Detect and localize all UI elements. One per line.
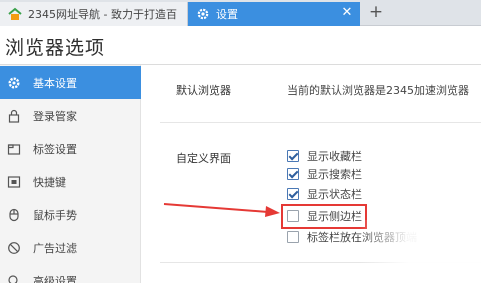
- sidebar-item-tab-settings[interactable]: 标签设置: [0, 132, 141, 165]
- sidebar-item-advanced-settings[interactable]: 高级设置: [0, 264, 141, 283]
- show-favorites-bar-option[interactable]: 显示收藏栏: [287, 148, 362, 164]
- gear-icon: [8, 76, 20, 89]
- tab-2345-navigation[interactable]: 2345网址导航 - 致力于打造百: [0, 2, 188, 26]
- sidebar-item-label: 标签设置: [33, 142, 77, 156]
- checkbox[interactable]: [287, 188, 299, 200]
- sidebar-item-label: 高级设置: [33, 274, 77, 283]
- sidebar-item-label: 鼠标手势: [33, 208, 77, 222]
- checkbox[interactable]: [287, 150, 299, 162]
- default-browser-status: 当前的默认浏览器是2345加速浏览器: [287, 84, 469, 97]
- tab-strip: 2345网址导航 - 致力于打造百 设置 ✕ +: [0, 0, 481, 26]
- tab-title: 2345网址导航 - 致力于打造百: [28, 8, 177, 21]
- home-icon: [8, 7, 22, 20]
- checkbox[interactable]: [287, 168, 299, 180]
- sidebar-item-label: 快捷键: [33, 175, 66, 189]
- show-status-bar-option[interactable]: 显示状态栏: [287, 186, 362, 202]
- mouse-icon: [9, 208, 19, 221]
- watermark-fade: [360, 220, 481, 283]
- option-label: 显示状态栏: [307, 188, 362, 201]
- gear-icon: [197, 8, 209, 20]
- block-icon: [8, 241, 20, 254]
- keyboard-icon: [7, 175, 21, 188]
- annotation-arrow-icon: [163, 203, 280, 217]
- lock-icon: [8, 109, 20, 123]
- new-tab-button[interactable]: +: [366, 3, 386, 23]
- sidebar-item-shortcuts[interactable]: 快捷键: [0, 165, 141, 198]
- sidebar-item-label: 基本设置: [33, 76, 77, 90]
- tab-settings[interactable]: 设置 ✕: [188, 2, 360, 26]
- sidebar-item-label: 广告过滤: [33, 241, 77, 255]
- page-title: 浏览器选项: [5, 37, 106, 59]
- sidebar-item-login-manager[interactable]: 登录管家: [0, 99, 141, 132]
- sidebar-item-mouse-gestures[interactable]: 鼠标手势: [0, 198, 141, 231]
- checkbox[interactable]: [287, 231, 299, 243]
- default-browser-label: 默认浏览器: [176, 84, 231, 97]
- sidebar-item-basic-settings[interactable]: 基本设置: [0, 66, 141, 99]
- close-icon[interactable]: ✕: [340, 6, 354, 20]
- tab-title: 设置: [216, 8, 238, 21]
- sidebar-item-label: 登录管家: [33, 109, 77, 123]
- option-label: 显示搜索栏: [307, 168, 362, 181]
- show-search-bar-option[interactable]: 显示搜索栏: [287, 166, 362, 182]
- search-icon: [8, 274, 18, 283]
- option-label: 显示收藏栏: [307, 150, 362, 163]
- annotation-highlight-box: [281, 204, 367, 229]
- divider: [160, 122, 481, 123]
- tab-icon: [7, 143, 21, 155]
- custom-ui-label: 自定义界面: [176, 152, 231, 165]
- sidebar-item-ad-filter[interactable]: 广告过滤: [0, 231, 141, 264]
- sidebar: 基本设置 登录管家 标签设置 快捷键 鼠标手势 广告过滤 高级设置: [0, 65, 141, 283]
